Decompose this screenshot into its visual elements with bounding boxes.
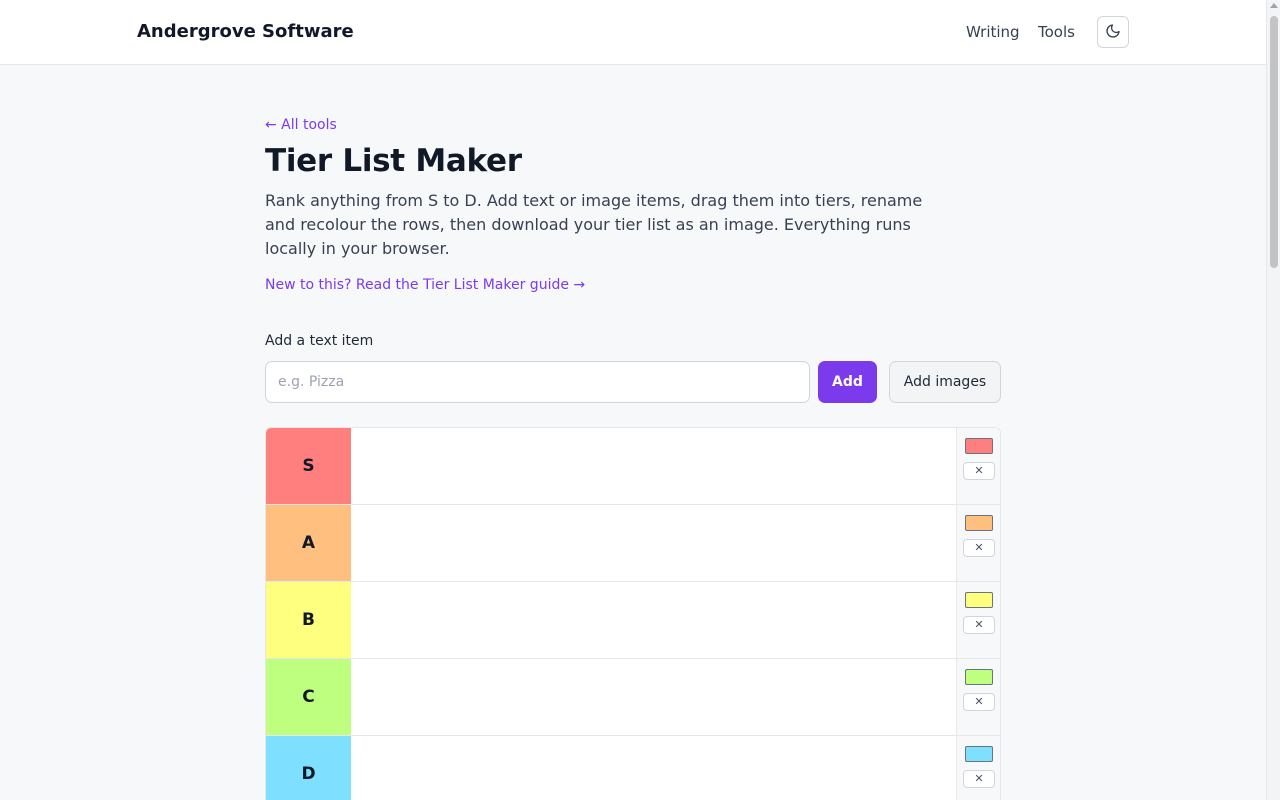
- theme-toggle-button[interactable]: [1097, 16, 1129, 48]
- tier-controls: ✕: [956, 505, 1000, 581]
- moon-icon: [1105, 23, 1121, 42]
- tier-label[interactable]: B: [266, 582, 351, 658]
- tier-color-picker[interactable]: [965, 592, 993, 608]
- tier-color-picker[interactable]: [965, 746, 993, 762]
- remove-tier-button[interactable]: ✕: [963, 539, 995, 557]
- tier-label[interactable]: A: [266, 505, 351, 581]
- tier-controls: ✕: [956, 428, 1000, 504]
- all-tools-back-link[interactable]: ← All tools: [265, 117, 337, 133]
- tier-dropzone[interactable]: [351, 582, 956, 658]
- tier-dropzone[interactable]: [351, 428, 956, 504]
- nav-writing-link[interactable]: Writing: [966, 23, 1020, 41]
- tier-color-picker[interactable]: [965, 669, 993, 685]
- scroll-up-arrow-icon[interactable]: [1270, 3, 1278, 8]
- tier-color-picker[interactable]: [965, 438, 993, 454]
- tier-controls: ✕: [956, 736, 1000, 800]
- tier-color-picker[interactable]: [965, 515, 993, 531]
- page-scrollbar[interactable]: [1266, 0, 1280, 800]
- tier-label[interactable]: C: [266, 659, 351, 735]
- tier-label[interactable]: D: [266, 736, 351, 800]
- tier-label[interactable]: S: [266, 428, 351, 504]
- page-description: Rank anything from S to D. Add text or i…: [265, 191, 923, 258]
- remove-tier-button[interactable]: ✕: [963, 462, 995, 480]
- brand-logo-text[interactable]: Andergrove Software: [137, 21, 354, 42]
- add-item-button[interactable]: Add: [818, 361, 877, 403]
- tier-row-s: S ✕: [266, 428, 1000, 505]
- tier-row-d: D ✕: [266, 736, 1000, 800]
- add-images-button[interactable]: Add images: [889, 361, 1001, 403]
- tier-row-c: C ✕: [266, 659, 1000, 736]
- text-item-label: Add a text item: [265, 333, 374, 349]
- remove-tier-button[interactable]: ✕: [963, 770, 995, 788]
- tier-row-b: B ✕: [266, 582, 1000, 659]
- site-header: Andergrove Software Writing Tools: [0, 0, 1266, 65]
- tier-controls: ✕: [956, 582, 1000, 658]
- page-title: Tier List Maker: [265, 143, 522, 179]
- text-item-input[interactable]: [265, 361, 810, 403]
- tier-dropzone[interactable]: [351, 736, 956, 800]
- scrollbar-thumb[interactable]: [1270, 16, 1278, 268]
- tier-dropzone[interactable]: [351, 659, 956, 735]
- nav-tools-link[interactable]: Tools: [1038, 23, 1075, 41]
- tier-board: S ✕ A ✕ B ✕ C ✕ D ✕: [265, 427, 1001, 800]
- remove-tier-button[interactable]: ✕: [963, 693, 995, 711]
- guide-link[interactable]: New to this? Read the Tier List Maker gu…: [265, 277, 585, 293]
- tier-row-a: A ✕: [266, 505, 1000, 582]
- remove-tier-button[interactable]: ✕: [963, 616, 995, 634]
- tier-controls: ✕: [956, 659, 1000, 735]
- tier-dropzone[interactable]: [351, 505, 956, 581]
